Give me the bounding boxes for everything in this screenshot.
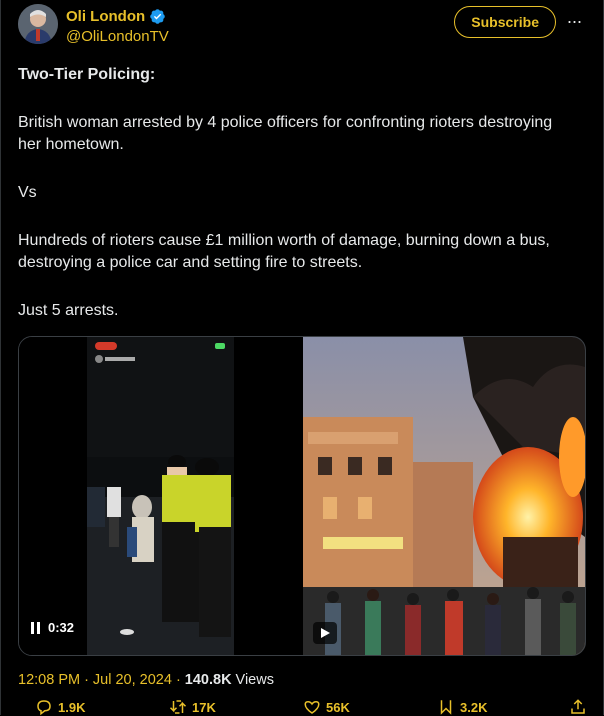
bookmark-button[interactable]: 3.2K <box>436 698 487 716</box>
play-icon <box>321 628 330 638</box>
post-time[interactable]: 12:08 PM <box>18 672 80 688</box>
views-count: 140.8K <box>184 672 232 688</box>
video-left-frame <box>87 337 234 655</box>
reply-count: 1.9K <box>58 699 86 715</box>
author-name-row: Oli London <box>66 8 166 25</box>
share-icon <box>571 699 585 714</box>
post-paragraph: Hundreds of rioters cause £1 million wor… <box>18 232 550 271</box>
repost-button[interactable]: 17K <box>168 698 216 716</box>
media-container[interactable]: 0:32 <box>18 336 586 656</box>
video-left-controls: 0:32 <box>31 620 74 635</box>
post-text: Two-Tier Policing: British woman arreste… <box>18 64 578 348</box>
like-button[interactable]: 56K <box>302 698 350 716</box>
play-button[interactable] <box>313 622 337 644</box>
subscribe-button[interactable]: Subscribe <box>454 6 556 38</box>
post-date[interactable]: Jul 20, 2024 <box>93 672 172 688</box>
share-button[interactable] <box>568 698 588 716</box>
avatar[interactable] <box>18 4 58 44</box>
left-border <box>0 0 1 715</box>
post-paragraph: Just 5 arrests. <box>18 302 119 319</box>
post-header: Oli London @OliLondonTV Subscribe ··· <box>18 4 586 52</box>
post-paragraph: British woman arrested by 4 police offic… <box>18 114 553 153</box>
bookmark-icon <box>440 700 452 715</box>
author-name[interactable]: Oli London <box>66 8 145 25</box>
more-options-icon[interactable]: ··· <box>562 8 586 34</box>
action-bar: 1.9K 17K 56K 3.2K <box>0 698 604 716</box>
reply-button[interactable]: 1.9K <box>34 698 85 716</box>
video-left[interactable]: 0:32 <box>19 337 302 655</box>
video-right[interactable] <box>303 337 585 655</box>
bookmark-count: 3.2K <box>460 699 488 715</box>
video-left-time: 0:32 <box>48 620 75 635</box>
post-paragraph: Vs <box>18 184 37 201</box>
views-label: Views <box>235 672 274 688</box>
repost-count: 17K <box>192 699 216 715</box>
verified-badge-icon <box>150 9 165 24</box>
meta-separator: · <box>84 672 89 688</box>
heart-icon <box>304 700 320 714</box>
like-count: 56K <box>326 699 350 715</box>
pause-icon[interactable] <box>31 621 42 634</box>
post-meta: 12:08 PM · Jul 20, 2024 · 140.8K Views <box>18 672 274 688</box>
repost-icon <box>169 700 187 714</box>
author-handle[interactable]: @OliLondonTV <box>66 28 169 45</box>
post-paragraph: Two-Tier Policing: <box>18 66 156 83</box>
reply-icon <box>37 700 51 716</box>
meta-separator: · <box>175 672 181 688</box>
